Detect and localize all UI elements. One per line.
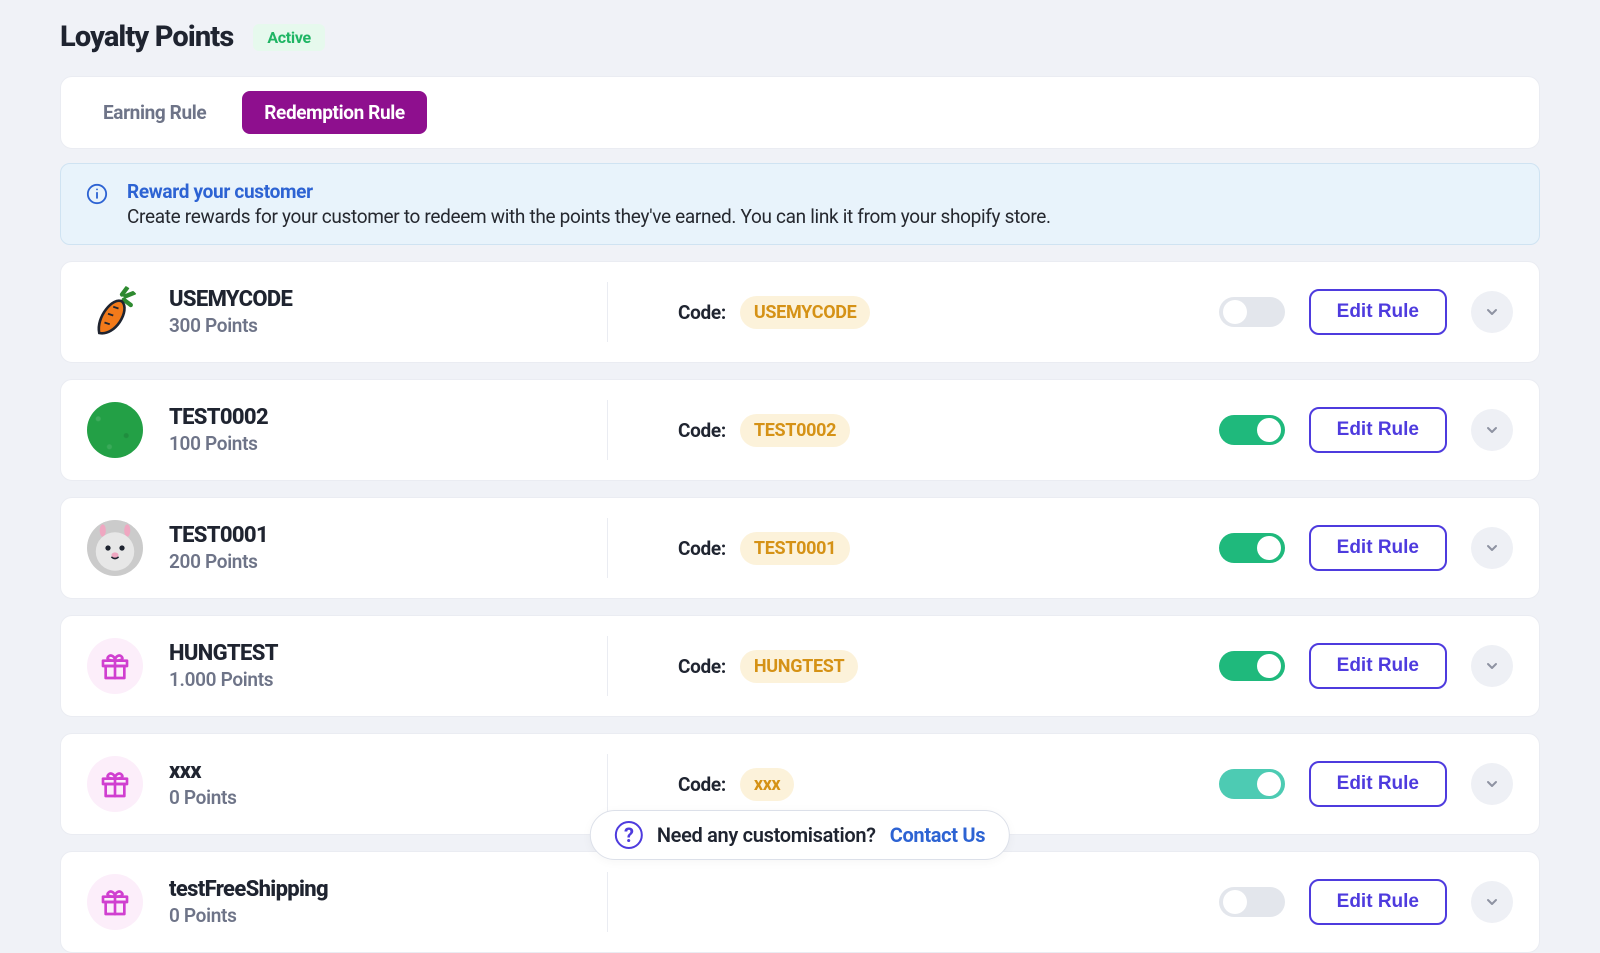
enable-toggle[interactable] <box>1219 651 1285 681</box>
code-wrap: Code: TEST0001 <box>608 532 1219 565</box>
enable-toggle[interactable] <box>1219 887 1285 917</box>
code-label: Code: <box>678 301 726 324</box>
bunny-icon <box>87 520 143 576</box>
enable-toggle[interactable] <box>1219 415 1285 445</box>
rule-name: xxx <box>169 759 237 784</box>
page-header: Loyalty Points Active <box>60 20 1540 54</box>
rule-points: 100 Points <box>169 432 268 455</box>
gift-icon <box>87 638 143 694</box>
code-wrap: Code: USEMYCODE <box>608 296 1219 329</box>
enable-toggle[interactable] <box>1219 769 1285 799</box>
rule-points: 200 Points <box>169 550 268 573</box>
enable-toggle[interactable] <box>1219 533 1285 563</box>
expand-button[interactable] <box>1471 763 1513 805</box>
rule-points: 1.000 Points <box>169 668 278 691</box>
tabs-container: Earning Rule Redemption Rule <box>60 76 1540 149</box>
edit-rule-button[interactable]: Edit Rule <box>1309 289 1447 335</box>
code-wrap: Code: TEST0002 <box>608 414 1219 447</box>
code-wrap: Code: HUNGTEST <box>608 650 1219 683</box>
edit-rule-button[interactable]: Edit Rule <box>1309 761 1447 807</box>
status-badge: Active <box>253 24 324 51</box>
rule-name: USEMYCODE <box>169 287 292 312</box>
info-banner: Reward your customer Create rewards for … <box>60 163 1540 245</box>
code-label: Code: <box>678 419 726 442</box>
code-wrap: Code: xxx <box>608 768 1219 801</box>
divider <box>607 872 608 932</box>
rule-points: 0 Points <box>169 786 237 809</box>
rule-points: 300 Points <box>169 314 292 337</box>
rule-row: HUNGTEST 1.000 Points Code: HUNGTEST Edi… <box>60 615 1540 717</box>
code-pill: xxx <box>740 768 795 801</box>
code-pill: HUNGTEST <box>740 650 859 683</box>
help-floater: ? Need any customisation? Contact Us <box>590 810 1010 860</box>
edit-rule-button[interactable]: Edit Rule <box>1309 643 1447 689</box>
avatar-green <box>87 402 143 458</box>
tab-earning[interactable]: Earning Rule <box>81 91 228 134</box>
rule-name: TEST0002 <box>169 405 268 430</box>
rule-points: 0 Points <box>169 904 328 927</box>
rule-row: testFreeShipping 0 Points Edit Rule <box>60 851 1540 953</box>
expand-button[interactable] <box>1471 409 1513 451</box>
gift-icon <box>87 874 143 930</box>
page-title: Loyalty Points <box>60 20 233 54</box>
code-pill: USEMYCODE <box>740 296 871 329</box>
info-icon <box>85 182 109 206</box>
carrot-icon <box>87 284 143 340</box>
rule-name: testFreeShipping <box>169 877 328 902</box>
tab-redemption[interactable]: Redemption Rule <box>242 91 427 134</box>
rule-row: TEST0001 200 Points Code: TEST0001 Edit … <box>60 497 1540 599</box>
expand-button[interactable] <box>1471 645 1513 687</box>
question-icon: ? <box>615 821 643 849</box>
edit-rule-button[interactable]: Edit Rule <box>1309 879 1447 925</box>
info-title: Reward your customer <box>127 180 1051 203</box>
contact-link[interactable]: Contact Us <box>890 823 985 847</box>
rule-name: TEST0001 <box>169 523 268 548</box>
gift-icon <box>87 756 143 812</box>
enable-toggle[interactable] <box>1219 297 1285 327</box>
code-label: Code: <box>678 773 726 796</box>
edit-rule-button[interactable]: Edit Rule <box>1309 407 1447 453</box>
edit-rule-button[interactable]: Edit Rule <box>1309 525 1447 571</box>
expand-button[interactable] <box>1471 527 1513 569</box>
code-label: Code: <box>678 655 726 678</box>
help-text: Need any customisation? <box>657 823 876 847</box>
code-pill: TEST0001 <box>740 532 850 565</box>
code-label: Code: <box>678 537 726 560</box>
code-pill: TEST0002 <box>740 414 850 447</box>
expand-button[interactable] <box>1471 881 1513 923</box>
rule-name: HUNGTEST <box>169 641 278 666</box>
expand-button[interactable] <box>1471 291 1513 333</box>
rule-row: USEMYCODE 300 Points Code: USEMYCODE Edi… <box>60 261 1540 363</box>
rule-row: TEST0002 100 Points Code: TEST0002 Edit … <box>60 379 1540 481</box>
info-desc: Create rewards for your customer to rede… <box>127 205 1051 228</box>
